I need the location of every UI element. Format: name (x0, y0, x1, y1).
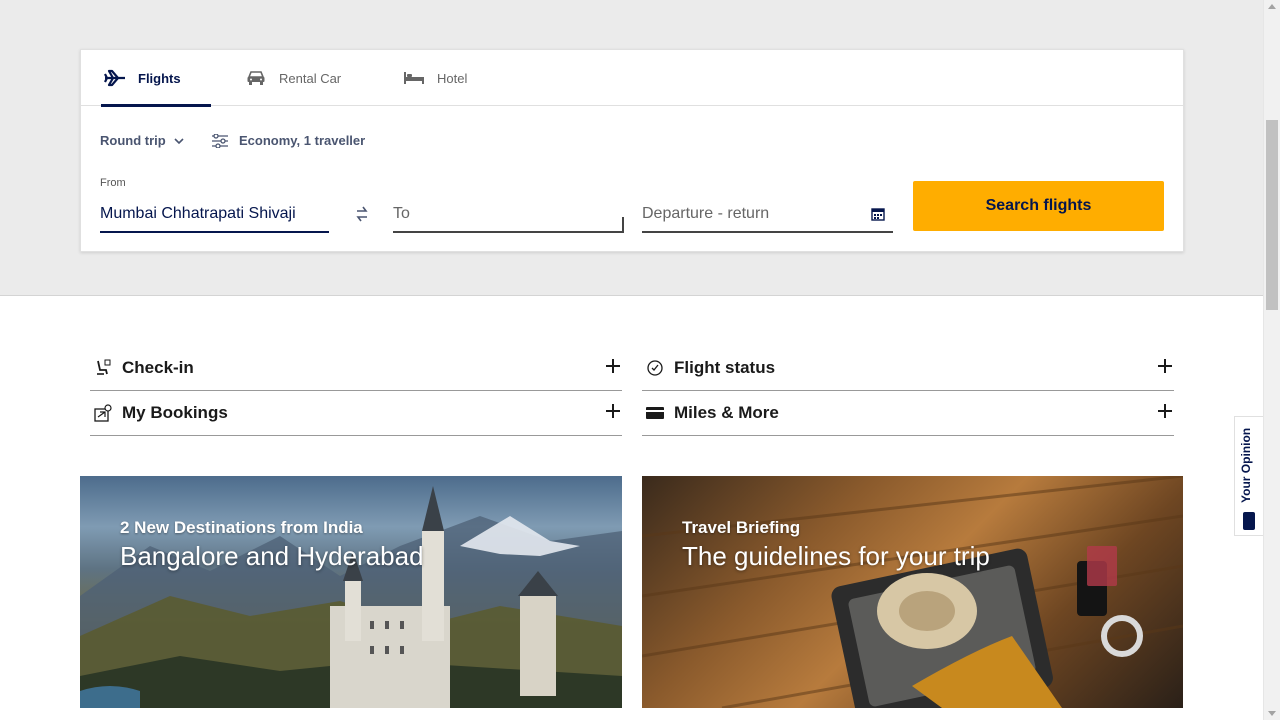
plus-icon (1158, 404, 1172, 418)
search-flights-button[interactable]: Search flights (913, 181, 1164, 231)
from-field-label: From (100, 177, 126, 189)
scrollbar-thumb[interactable] (1266, 120, 1278, 310)
airplane-icon (104, 69, 126, 87)
search-tabs: Flights Rental Car Hotel (81, 50, 1183, 107)
travel-suitcase-image (642, 476, 1183, 708)
calendar-icon[interactable] (871, 207, 885, 221)
quick-link-my-bookings[interactable]: My Bookings (90, 391, 622, 436)
trip-type-value: Round trip (100, 133, 166, 148)
castle-landscape-image (80, 486, 622, 708)
cabin-travellers-selector[interactable]: Economy, 1 traveller (211, 133, 365, 148)
feedback-icon (1243, 512, 1255, 530)
swap-airports-button[interactable] (351, 203, 373, 225)
my-bookings-label: My Bookings (122, 403, 228, 422)
flight-search-panel: Flights Rental Car Hotel Round trip Econ… (80, 49, 1184, 252)
plus-icon (1158, 359, 1172, 373)
tab-flights[interactable]: Flights (101, 50, 211, 107)
scroll-down-arrow-icon[interactable] (1268, 711, 1276, 716)
page-scrollbar[interactable] (1263, 0, 1280, 720)
tab-rental-car-label: Rental Car (279, 70, 342, 86)
booking-icon (92, 403, 114, 423)
miles-and-more-label: Miles & More (674, 403, 779, 422)
plus-icon (606, 359, 620, 373)
bed-icon (403, 69, 425, 87)
to-field[interactable]: To (393, 197, 624, 233)
checkin-seat-icon (92, 358, 114, 378)
quick-link-check-in[interactable]: Check-in (90, 346, 622, 391)
tab-hotel[interactable]: Hotel (403, 50, 513, 106)
from-field[interactable]: Mumbai Chhatrapati Shivaji (100, 197, 329, 233)
plus-icon (606, 404, 620, 418)
swap-arrows-icon (356, 206, 368, 222)
chevron-down-icon (174, 137, 184, 145)
card-icon (644, 403, 666, 423)
cabin-travellers-value: Economy, 1 traveller (239, 133, 366, 148)
teaser-headline: Bangalore and Hyderabad (120, 541, 424, 571)
trip-type-dropdown[interactable]: Round trip (100, 133, 184, 148)
departure-return-date-field[interactable]: Departure - return (642, 197, 893, 233)
check-in-label: Check-in (122, 358, 194, 377)
car-icon (245, 69, 267, 87)
teaser-headline: The guidelines for your trip (682, 541, 990, 571)
to-field-placeholder: To (393, 205, 410, 222)
your-opinion-feedback-tab[interactable]: Your Opinion (1234, 416, 1263, 536)
teaser-kicker: 2 New Destinations from India (120, 518, 363, 537)
tab-rental-car[interactable]: Rental Car (245, 50, 365, 106)
teaser-new-destinations[interactable]: 2 New Destinations from India Bangalore … (80, 476, 622, 708)
feedback-label: Your Opinion (1239, 427, 1253, 503)
tab-flights-label: Flights (138, 70, 181, 86)
teaser-kicker: Travel Briefing (682, 518, 801, 537)
quick-link-flight-status[interactable]: Flight status (642, 346, 1174, 391)
date-field-placeholder: Departure - return (642, 205, 770, 222)
filter-sliders-icon (211, 133, 229, 148)
quick-link-miles-and-more[interactable]: Miles & More (642, 391, 1174, 436)
scroll-up-arrow-icon[interactable] (1268, 4, 1276, 9)
flight-status-label: Flight status (674, 358, 776, 377)
from-field-value: Mumbai Chhatrapati Shivaji (100, 205, 296, 222)
teaser-travel-briefing[interactable]: Travel Briefing The guidelines for your … (642, 476, 1183, 708)
tab-hotel-label: Hotel (437, 70, 468, 86)
clock-icon (644, 358, 666, 378)
